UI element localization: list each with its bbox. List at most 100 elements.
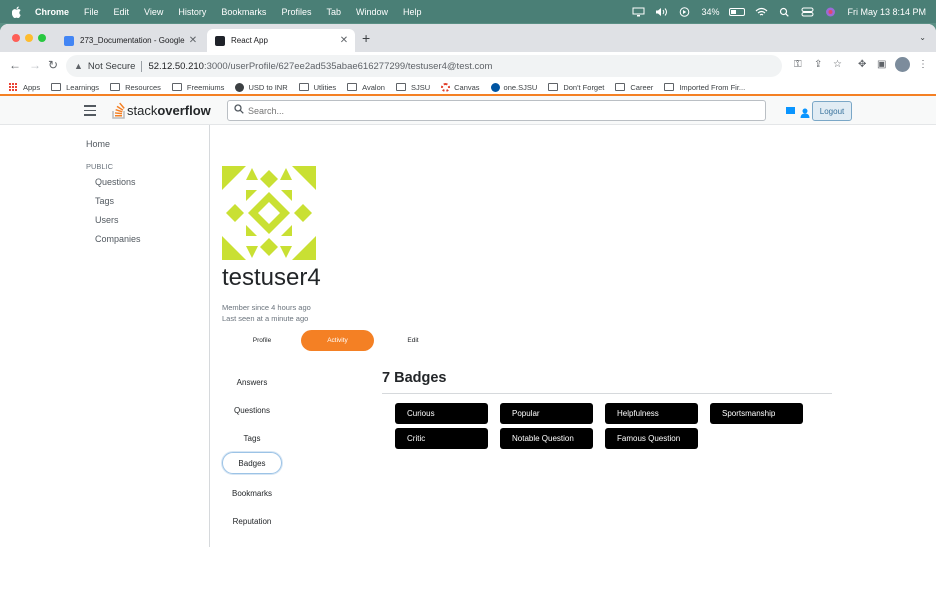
bookmark-star-icon[interactable]: ☆ [833, 59, 842, 70]
bookmark-one-sjsu[interactable]: one.SJSU [490, 82, 537, 92]
activity-item-reputation[interactable]: Reputation [222, 510, 282, 532]
volume-icon[interactable] [655, 7, 668, 17]
display-icon[interactable] [632, 7, 645, 17]
user-icon[interactable] [800, 105, 810, 118]
spotlight-icon[interactable] [778, 7, 791, 17]
bookmark-sjsu[interactable]: SJSU [395, 83, 430, 92]
activity-item-badges[interactable]: Badges [222, 452, 282, 474]
menu-history[interactable]: History [178, 7, 206, 17]
menu-profiles[interactable]: Profiles [281, 7, 311, 17]
search-input[interactable] [248, 105, 748, 116]
badge-sportsmanship[interactable]: Sportsmanship [710, 403, 803, 424]
bookmark-resources[interactable]: Resources [110, 83, 161, 92]
bookmark-learnings[interactable]: Learnings [51, 83, 99, 92]
search-box[interactable] [227, 100, 766, 121]
canvas-icon [441, 82, 451, 92]
bookmark-label: Career [630, 82, 654, 92]
bookmark-canvas[interactable]: Canvas [441, 82, 480, 92]
inbox-icon[interactable] [786, 107, 795, 114]
wifi-icon[interactable] [755, 7, 768, 17]
badge-curious[interactable]: Curious [395, 403, 488, 424]
menu-file[interactable]: File [84, 7, 99, 17]
reload-icon[interactable]: ↻ [48, 58, 58, 72]
hamburger-menu-icon[interactable] [84, 105, 96, 119]
apps-grid-icon [9, 82, 18, 92]
bookmark-avalon[interactable]: Avalon [347, 83, 385, 92]
browser-toolbar: ← → ↻ ▲ Not Secure 52.12.50.210:3000/use… [0, 52, 936, 80]
badges-heading: 7 Badges [382, 370, 447, 386]
menu-bookmarks[interactable]: Bookmarks [221, 7, 266, 17]
forward-icon[interactable]: → [29, 58, 41, 72]
play-icon[interactable] [678, 6, 691, 17]
close-icon[interactable]: ✕ [186, 35, 200, 46]
profile-avatar[interactable] [895, 57, 910, 72]
menu-edit[interactable]: Edit [114, 7, 130, 17]
logout-button[interactable]: Logout [812, 101, 852, 121]
tab-activity[interactable]: Activity [301, 330, 374, 351]
bookmark-utlities[interactable]: Utlities [298, 83, 336, 92]
page-content: stackoverflow Logout Home PUBLIC Questio… [0, 94, 936, 608]
tab-profile[interactable]: Profile [226, 330, 298, 351]
url-text[interactable]: 52.12.50.210:3000/userProfile/627ee2ad53… [148, 61, 492, 72]
extensions-icon[interactable]: ✥ [858, 59, 866, 70]
sidebar-item-home[interactable]: Home [86, 139, 110, 149]
tab-strip: 273_Documentation - Google D ✕ React App… [0, 24, 936, 52]
status-area: 34% Fri May 13 8:14 PM [632, 0, 926, 23]
apple-icon[interactable] [11, 6, 23, 18]
stackoverflow-logo[interactable]: stack overflow [112, 101, 211, 119]
activity-item-questions[interactable]: Questions [222, 399, 282, 421]
sidebar-item-questions[interactable]: Questions [95, 177, 136, 187]
battery-icon[interactable] [729, 7, 746, 16]
bookmark-apps[interactable]: Apps [9, 82, 40, 92]
address-bar[interactable]: ▲ Not Secure 52.12.50.210:3000/userProfi… [66, 55, 782, 77]
more-menu-icon[interactable]: ⋮ [918, 59, 928, 70]
activity-item-tags[interactable]: Tags [222, 427, 282, 449]
tab-edit[interactable]: Edit [377, 330, 449, 351]
activity-item-answers[interactable]: Answers [222, 371, 282, 393]
menu-chrome[interactable]: Chrome [35, 7, 69, 17]
side-panel-icon[interactable]: ▣ [877, 59, 886, 70]
share-icon[interactable]: ⇪ [814, 59, 822, 70]
window-minimize-button[interactable] [25, 34, 33, 42]
sidebar-item-companies[interactable]: Companies [95, 234, 141, 244]
control-center-icon[interactable] [801, 7, 814, 17]
key-icon[interactable]: ⚿ [794, 59, 802, 70]
back-icon[interactable]: ← [9, 58, 21, 72]
tab-search-chevron-icon[interactable]: ⌄ [919, 33, 926, 42]
menu-view[interactable]: View [144, 7, 163, 17]
badge-helpfulness[interactable]: Helpfulness [605, 403, 698, 424]
globe-icon [235, 82, 245, 92]
tab-react-app[interactable]: React App ✕ [207, 29, 355, 52]
sidebar-item-tags[interactable]: Tags [95, 196, 114, 206]
warning-icon[interactable]: ▲ [74, 61, 83, 71]
window-close-button[interactable] [12, 34, 20, 42]
bookmark-usd-to-inr[interactable]: USD to INR [235, 82, 288, 92]
divider [382, 393, 832, 394]
bookmark-career[interactable]: Career [615, 83, 653, 92]
tab-documentation[interactable]: 273_Documentation - Google D ✕ [56, 29, 204, 52]
badge-popular[interactable]: Popular [500, 403, 593, 424]
bookmark-imported[interactable]: Imported From Fir... [664, 83, 745, 92]
browser-window: 273_Documentation - Google D ✕ React App… [0, 24, 936, 608]
divider [141, 60, 143, 72]
badge-critic[interactable]: Critic [395, 428, 488, 449]
sidebar-section-public: PUBLIC [86, 162, 114, 171]
bookmark-freemiums[interactable]: Freemiums [171, 83, 224, 92]
bookmark-label: Imported From Fir... [679, 82, 746, 92]
window-zoom-button[interactable] [38, 34, 46, 42]
folder-icon [615, 83, 626, 91]
menu-tab[interactable]: Tab [326, 7, 341, 17]
new-tab-button[interactable]: + [362, 30, 370, 46]
badge-notable-question[interactable]: Notable Question [500, 428, 593, 449]
badge-famous-question[interactable]: Famous Question [605, 428, 698, 449]
menu-window[interactable]: Window [356, 7, 388, 17]
close-icon[interactable]: ✕ [337, 35, 351, 46]
clock[interactable]: Fri May 13 8:14 PM [847, 7, 926, 17]
security-label[interactable]: Not Secure [88, 61, 136, 72]
siri-icon[interactable] [824, 7, 837, 17]
menu-help[interactable]: Help [403, 7, 422, 17]
url-host: 52.12.50.210 [148, 60, 204, 72]
sidebar-item-users[interactable]: Users [95, 215, 119, 225]
bookmark-dont-forget[interactable]: Don't Forget [548, 83, 604, 92]
activity-item-bookmarks[interactable]: Bookmarks [222, 482, 282, 504]
